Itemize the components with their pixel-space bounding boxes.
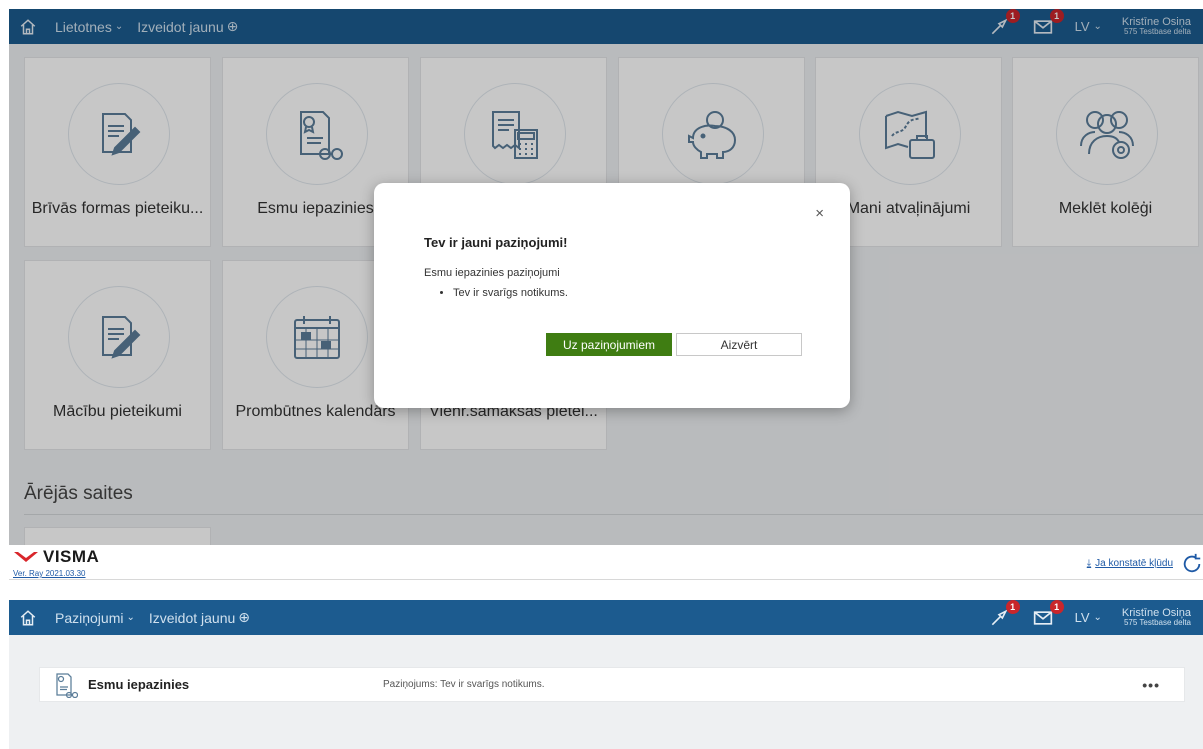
list-item: Tev ir svarīgs notikums.	[453, 287, 568, 299]
screenshot-apps: Lietotnes ⌄ Izveidot jaunu ⊕ 1 1 LV ⌄ Kr…	[9, 9, 1203, 580]
refresh-icon[interactable]	[1181, 553, 1203, 575]
language-label: LV	[1074, 610, 1090, 625]
tasks-badge: 1	[1005, 600, 1020, 614]
notifications-menu-label: Paziņojumi	[55, 609, 124, 626]
home-icon	[20, 609, 36, 625]
list-item[interactable]: Esmu iepazinies Paziņojums: Tev ir svarī…	[39, 667, 1185, 702]
user-name: Kristīne Osiņa	[1121, 606, 1191, 619]
chevron-down-icon: ⌄	[126, 612, 135, 623]
screenshot-notifications: Paziņojumi ⌄ Izveidot jaunu ⊕ 1 1 LV ⌄ K…	[9, 600, 1203, 749]
messages-badge: 1	[1049, 600, 1064, 614]
user-menu[interactable]: Kristīne Osiņa 575 Testbase delta	[1121, 606, 1191, 628]
version-link[interactable]: Ver. Ray 2021.03.30	[13, 569, 86, 578]
home-button[interactable]	[9, 600, 47, 635]
certificate-glasses-icon	[56, 672, 78, 698]
footer: VISMA Ver. Ray 2021.03.30 ⤓ Ja konstatē …	[9, 545, 1203, 579]
dialog-title: Tev ir jauni paziņojumi!	[424, 235, 568, 250]
create-new-button[interactable]: Izveidot jaunu ⊕	[149, 609, 250, 626]
close-dialog-button[interactable]: Aizvērt	[676, 333, 802, 356]
brand-name: VISMA	[43, 547, 100, 566]
notification-title: Esmu iepazinies	[88, 677, 190, 692]
close-icon[interactable]: ×	[815, 205, 824, 222]
visma-logo: VISMA	[13, 547, 99, 567]
messages-button[interactable]: 1	[1031, 600, 1064, 630]
report-bug-link[interactable]: ⤓ Ja konstatē kļūdu	[1087, 558, 1173, 569]
notifications-list: Esmu iepazinies Paziņojums: Tev ir svarī…	[9, 635, 1203, 749]
go-to-notifications-button[interactable]: Uz paziņojumiem	[546, 333, 672, 356]
tasks-button[interactable]: 1	[987, 600, 1020, 630]
broom-icon	[991, 608, 1008, 625]
notifications-menu[interactable]: Paziņojumi ⌄	[55, 610, 135, 626]
notification-text: Paziņojums: Tev ir svarīgs notikums.	[383, 679, 545, 690]
visma-logo-icon	[14, 552, 38, 562]
dialog-section: Esmu iepazinies paziņojumi	[424, 267, 560, 279]
plus-circle-icon: ⊕	[238, 609, 251, 625]
chevron-down-icon: ⌄	[1093, 612, 1102, 623]
envelope-icon	[1033, 610, 1052, 625]
language-selector[interactable]: LV ⌄	[1075, 610, 1102, 625]
top-navigation-bar: Paziņojumi ⌄ Izveidot jaunu ⊕ 1 1 LV ⌄ K…	[9, 600, 1203, 635]
download-icon: ⤓	[1086, 558, 1092, 569]
create-new-label: Izveidot jaunu	[148, 609, 236, 626]
user-company: 575 Testbase delta	[1123, 617, 1191, 627]
more-options-icon[interactable]: •••	[1142, 677, 1160, 693]
report-bug-label: Ja konstatē kļūdu	[1095, 558, 1173, 569]
notification-list: Tev ir svarīgs notikums.	[441, 287, 568, 299]
notifications-dialog: × Tev ir jauni paziņojumi! Esmu iepazini…	[374, 183, 850, 408]
